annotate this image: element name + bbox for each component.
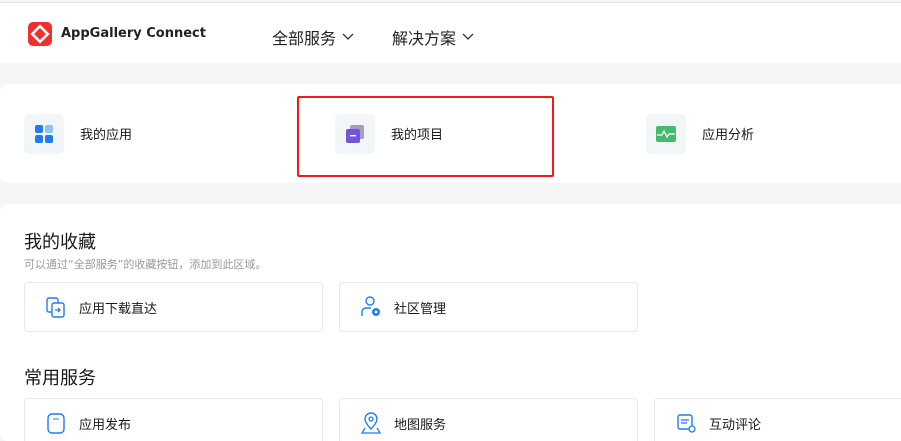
tile-label: 地图服务 (394, 417, 447, 433)
common-app-release[interactable]: 应用发布 (24, 398, 323, 441)
common-reviews[interactable]: 互动评论 (654, 398, 901, 441)
user-settings-icon (361, 296, 380, 316)
chevron-down-icon (342, 33, 354, 40)
tile-label: 应用发布 (79, 417, 132, 433)
services-card: 我的收藏 可以通过“全部服务”的收藏按钮，添加到此区域。 应用下载直达 社区管理… (0, 204, 901, 441)
favorite-app-download[interactable]: 应用下载直达 (24, 282, 323, 332)
app-release-icon (47, 413, 65, 434)
appgallery-logo-icon[interactable] (28, 22, 52, 46)
comment-icon (677, 414, 696, 433)
tile-label: 应用下载直达 (79, 301, 158, 317)
nav-label: 解决方案 (392, 29, 457, 48)
brand-name[interactable]: AppGallery Connect (61, 26, 206, 41)
quick-app-analytics[interactable]: 应用分析 (646, 84, 754, 183)
quick-label: 我的应用 (80, 128, 133, 143)
favorites-subtitle: 可以通过“全部服务”的收藏按钮，添加到此区域。 (24, 258, 267, 271)
common-map-service[interactable]: 地图服务 (339, 398, 638, 441)
quick-my-apps[interactable]: 我的应用 (24, 84, 132, 183)
tile-label: 社区管理 (394, 301, 447, 317)
quick-label: 应用分析 (702, 128, 755, 143)
analytics-icon (646, 113, 686, 154)
nav-label: 全部服务 (272, 29, 337, 48)
apps-icon (24, 113, 64, 154)
top-header: AppGallery Connect 全部服务 解决方案 (0, 2, 901, 63)
nav-solutions[interactable]: 解决方案 (392, 25, 474, 49)
download-link-icon (46, 297, 65, 318)
highlight-box (297, 96, 554, 177)
map-pin-icon (360, 412, 382, 434)
nav-all-services[interactable]: 全部服务 (272, 25, 354, 49)
favorite-community-management[interactable]: 社区管理 (339, 282, 638, 332)
favorites-title: 我的收藏 (24, 232, 96, 253)
tile-label: 互动评论 (709, 417, 762, 433)
chevron-down-icon (462, 33, 474, 40)
common-services-title: 常用服务 (24, 368, 96, 389)
